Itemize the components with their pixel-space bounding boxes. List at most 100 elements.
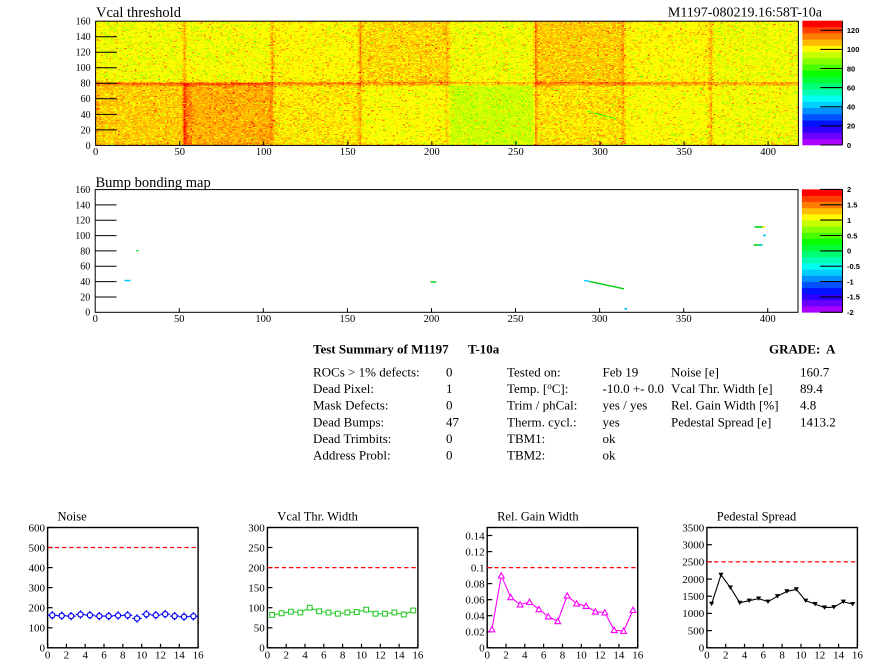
svg-text:100: 100 [255, 314, 271, 325]
svg-text:3500: 3500 [682, 522, 705, 534]
svg-text:12: 12 [814, 650, 825, 662]
svg-text:0.02: 0.02 [465, 627, 484, 639]
svg-text:-1: -1 [847, 277, 854, 286]
svg-text:0: 0 [484, 650, 490, 662]
svg-text:20: 20 [847, 122, 855, 131]
svg-text:200: 200 [424, 147, 440, 158]
svg-text:yes: yes [603, 414, 620, 429]
svg-text:4: 4 [742, 650, 748, 662]
svg-text:TBM2:: TBM2: [507, 448, 545, 463]
svg-text:2500: 2500 [682, 557, 705, 569]
svg-text:8: 8 [779, 650, 785, 662]
svg-text:10: 10 [136, 650, 148, 662]
svg-text:6: 6 [321, 650, 327, 662]
svg-text:Noise: Noise [58, 510, 88, 524]
svg-text:0: 0 [446, 448, 453, 463]
svg-text:Trim / phCal:: Trim / phCal: [507, 398, 577, 413]
svg-text:8: 8 [120, 650, 126, 662]
svg-text:Address Probl:: Address Probl: [313, 448, 391, 463]
svg-text:Vcal threshold: Vcal threshold [96, 5, 182, 21]
svg-text:0: 0 [86, 141, 91, 152]
svg-text:T-10a: T-10a [468, 342, 500, 357]
svg-text:20: 20 [81, 125, 91, 136]
svg-text:2: 2 [847, 185, 851, 194]
svg-text:16: 16 [193, 650, 205, 662]
svg-text:Pedestal Spread: Pedestal Spread [717, 510, 797, 524]
svg-text:0: 0 [93, 147, 98, 158]
svg-text:0: 0 [446, 431, 453, 446]
svg-text:0.14: 0.14 [465, 530, 485, 542]
svg-text:0: 0 [446, 398, 453, 413]
svg-text:200: 200 [29, 603, 46, 615]
svg-text:0.12: 0.12 [465, 546, 484, 558]
svg-text:1500: 1500 [682, 591, 705, 603]
svg-text:100: 100 [75, 231, 90, 242]
svg-text:100: 100 [256, 147, 272, 158]
svg-text:300: 300 [592, 147, 608, 158]
svg-text:Dead Pixel:: Dead Pixel: [313, 381, 374, 396]
svg-text:0: 0 [40, 643, 46, 655]
svg-text:3000: 3000 [682, 540, 705, 552]
svg-text:160: 160 [76, 17, 91, 28]
svg-text:140: 140 [75, 200, 90, 211]
svg-text:1.5: 1.5 [847, 201, 857, 210]
svg-text:0.06: 0.06 [465, 595, 485, 607]
svg-text:300: 300 [29, 582, 46, 594]
svg-text:4: 4 [522, 650, 528, 662]
svg-text:150: 150 [248, 582, 265, 594]
svg-text:14: 14 [833, 650, 845, 662]
svg-text:ok: ok [603, 448, 617, 463]
svg-text:0: 0 [704, 650, 710, 662]
svg-text:12: 12 [375, 650, 386, 662]
svg-text:20: 20 [80, 292, 90, 303]
svg-text:500: 500 [688, 625, 705, 637]
svg-text:2000: 2000 [682, 574, 705, 586]
svg-text:Therm. cycl.:: Therm. cycl.: [507, 414, 577, 429]
svg-text:10: 10 [576, 650, 588, 662]
svg-text:Vcal Thr. Width [e]: Vcal Thr. Width [e] [671, 381, 773, 396]
svg-text:1: 1 [446, 381, 453, 396]
svg-text:80: 80 [80, 246, 90, 257]
svg-text:50: 50 [174, 147, 185, 158]
svg-text:Dead Bumps:: Dead Bumps: [313, 414, 384, 429]
svg-text:0: 0 [847, 247, 851, 256]
svg-text:14: 14 [613, 650, 625, 662]
svg-text:0: 0 [446, 365, 453, 380]
svg-text:ok: ok [603, 431, 617, 446]
svg-text:140: 140 [76, 32, 91, 43]
svg-text:0: 0 [479, 643, 485, 655]
svg-text:350: 350 [676, 147, 692, 158]
svg-text:120: 120 [76, 48, 91, 59]
svg-text:150: 150 [340, 314, 356, 325]
svg-text:ROCs > 1% defects:: ROCs > 1% defects: [313, 365, 420, 380]
svg-text:Temp. [oC]:: Temp. [oC]: [507, 381, 568, 396]
svg-text:Rel. Gain Width: Rel. Gain Width [497, 510, 579, 524]
svg-text:200: 200 [424, 314, 440, 325]
svg-text:400: 400 [760, 147, 776, 158]
svg-text:50: 50 [254, 623, 266, 635]
svg-text:4: 4 [82, 650, 88, 662]
svg-text:60: 60 [81, 94, 91, 105]
svg-text:150: 150 [340, 147, 356, 158]
svg-text:Feb 19: Feb 19 [603, 365, 639, 380]
svg-text:0: 0 [847, 141, 851, 150]
svg-text:-0.5: -0.5 [847, 262, 860, 271]
svg-text:Noise [e]: Noise [e] [671, 365, 719, 380]
svg-text:0: 0 [85, 308, 90, 319]
svg-text:120: 120 [75, 216, 90, 227]
svg-text:M1197-080219.16:58T-10a: M1197-080219.16:58T-10a [668, 6, 823, 21]
svg-text:2: 2 [503, 650, 509, 662]
svg-text:-1.5: -1.5 [847, 293, 860, 302]
svg-text:400: 400 [760, 314, 776, 325]
svg-text:250: 250 [248, 542, 265, 554]
svg-text:300: 300 [592, 314, 608, 325]
svg-text:Dead Trimbits:: Dead Trimbits: [313, 431, 391, 446]
svg-text:50: 50 [174, 314, 185, 325]
svg-text:1000: 1000 [682, 608, 705, 620]
svg-text:Tested on:: Tested on: [507, 365, 561, 380]
svg-text:1413.2: 1413.2 [800, 414, 836, 429]
svg-text:0: 0 [265, 650, 271, 662]
svg-text:8: 8 [560, 650, 566, 662]
svg-text:160.7: 160.7 [800, 365, 830, 380]
svg-text:yes / yes: yes / yes [603, 398, 648, 413]
